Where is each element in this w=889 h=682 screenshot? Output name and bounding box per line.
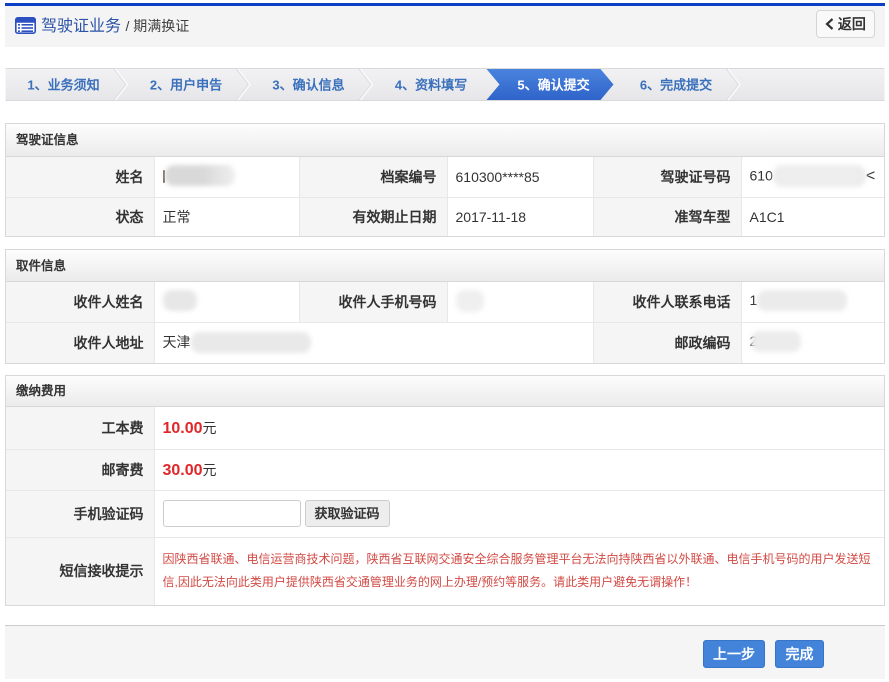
svg-text:1、业务须知: 1、业务须知 [27, 78, 99, 93]
svg-text:5、确认提交: 5、确认提交 [517, 78, 589, 93]
svg-text:6、完成提交: 6、完成提交 [640, 78, 712, 93]
svg-text:3、确认信息: 3、确认信息 [272, 78, 344, 93]
svg-text:4、资料填写: 4、资料填写 [395, 78, 467, 93]
svg-text:2、用户申告: 2、用户申告 [150, 78, 222, 93]
